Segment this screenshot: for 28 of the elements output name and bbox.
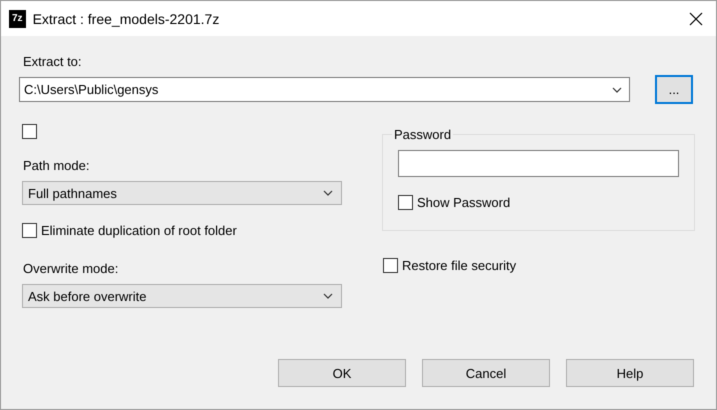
path-combobox[interactable]: C:\Users\Public\gensys [19, 77, 630, 102]
app-icon: 7z [9, 10, 26, 28]
checkbox[interactable] [22, 223, 37, 238]
checkbox-label: Show Password [417, 195, 510, 210]
checkbox[interactable] [22, 124, 37, 139]
dialog-button[interactable]: Help [566, 359, 694, 387]
overwrite-mode-dropdown[interactable]: Ask before overwrite [22, 284, 342, 308]
path-value: C:\Users\Public\gensys [24, 82, 158, 97]
overwrite-mode-label: Overwrite mode: [23, 261, 118, 276]
path-mode-label: Path mode: [23, 158, 90, 173]
path-mode-dropdown[interactable]: Full pathnames [22, 181, 342, 205]
checkbox-label: Restore file security [402, 258, 516, 273]
overwrite-mode-value: Ask before overwrite [28, 288, 146, 304]
window-title: Extract : free_models-2201.7z [32, 10, 220, 26]
extract-to-label: Extract to: [23, 54, 82, 69]
caret-icon[interactable] [323, 190, 333, 196]
password-field[interactable] [398, 150, 679, 177]
checkbox-label: Eliminate duplication of root folder [41, 223, 237, 238]
path-mode-value: Full pathnames [28, 186, 117, 200]
close-icon[interactable] [689, 12, 703, 26]
caret-icon[interactable] [612, 86, 622, 92]
caret-icon[interactable] [323, 293, 333, 299]
dialog-button[interactable]: Cancel [422, 359, 550, 387]
password-group-title: Password [393, 127, 452, 142]
checkbox[interactable] [383, 258, 398, 273]
browse-button[interactable]: ... [655, 75, 693, 104]
checkbox[interactable] [398, 195, 413, 210]
dialog-button[interactable]: OK [278, 359, 406, 387]
